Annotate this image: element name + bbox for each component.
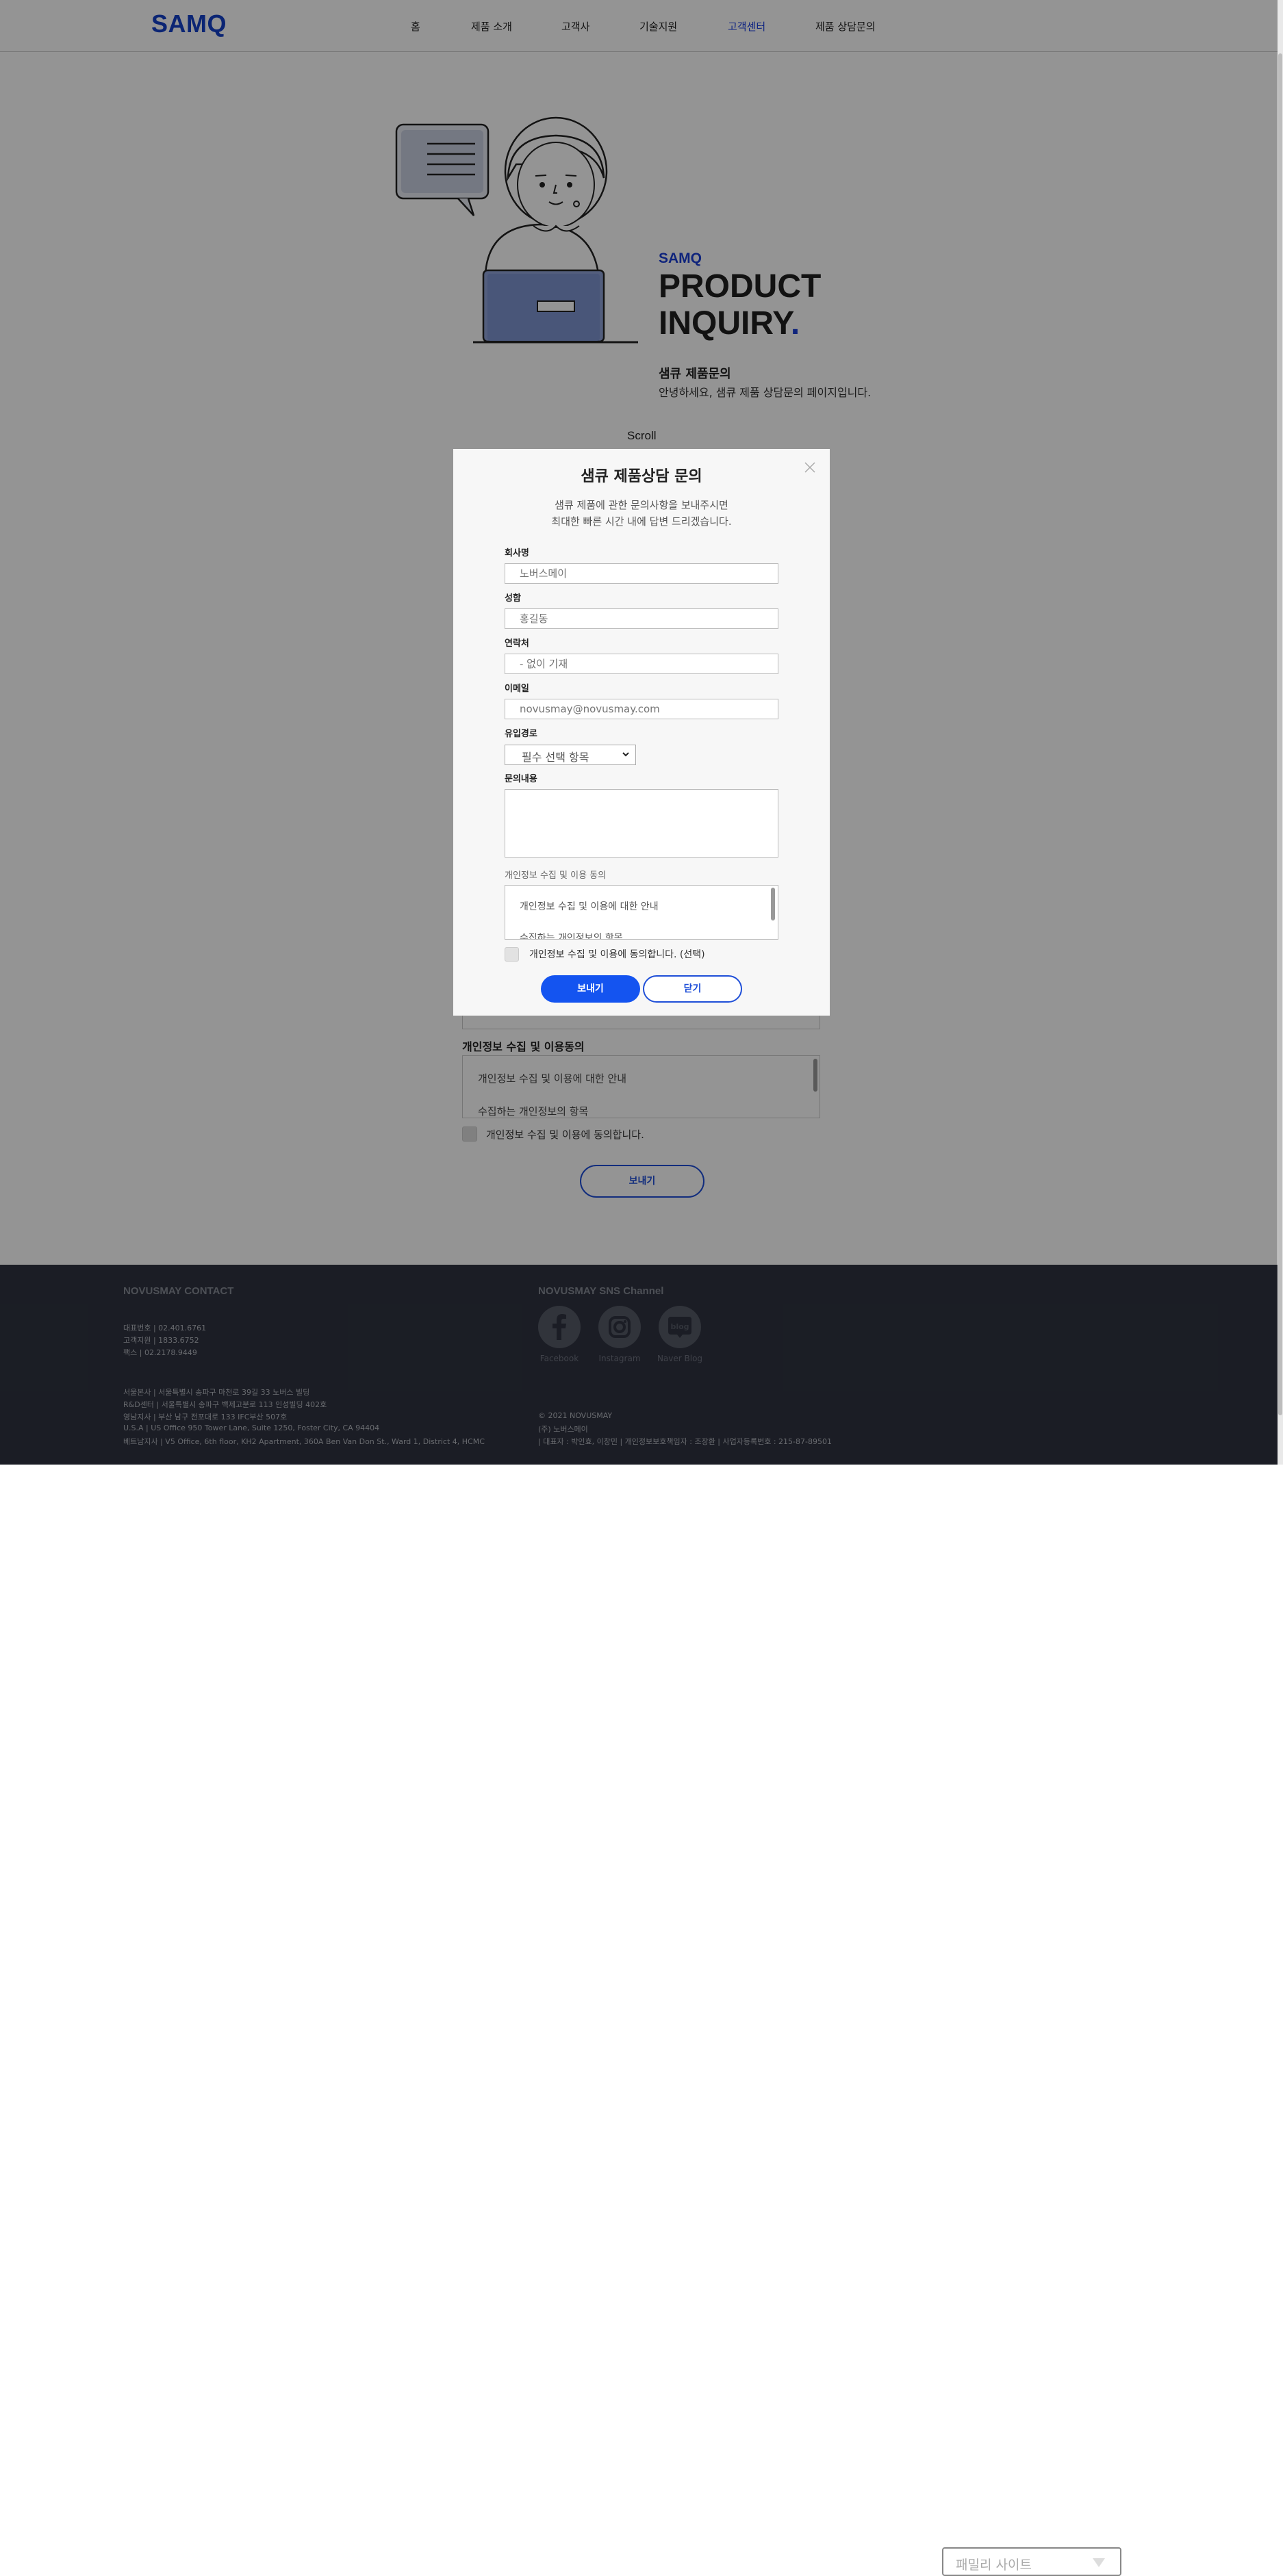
modal-description: 샘큐 제품에 관한 문의사항을 보내주시면 최대한 빠른 시간 내에 답변 드리… <box>453 497 830 530</box>
agree-checkbox[interactable] <box>505 947 519 962</box>
dropdown-triangle-icon <box>1093 2558 1105 2567</box>
family-site-select[interactable]: 패밀리 사이트 <box>942 2547 1121 2576</box>
message-textarea[interactable] <box>505 789 778 858</box>
privacy-label: 개인정보 수집 및 이용 동의 <box>505 871 607 881</box>
source-select[interactable]: 필수 선택 항목 <box>505 745 636 765</box>
page-scrollbar-thumb[interactable] <box>1278 53 1282 1415</box>
company-label: 회사명 <box>505 548 529 558</box>
modal-title: 샘큐 제품상담 문의 <box>581 468 702 485</box>
privacy-scrollbar[interactable] <box>771 888 775 920</box>
close-button[interactable]: 닫기 <box>643 975 742 1003</box>
phone-label: 연락처 <box>505 639 529 649</box>
privacy-box[interactable]: 개인정보 수집 및 이용에 대한 안내 수집하는 개인정보의 항목 <box>505 885 778 940</box>
agree-label: 개인정보 수집 및 이용에 동의합니다. (선택) <box>529 949 705 960</box>
modal-desc-line1: 샘큐 제품에 관한 문의사항을 보내주시면 <box>555 499 728 511</box>
modal-desc-line2: 최대한 빠른 시간 내에 답변 드리겠습니다. <box>551 515 732 528</box>
privacy-line2: 수집하는 개인정보의 항목 <box>520 933 623 940</box>
message-label: 문의내용 <box>505 774 537 784</box>
send-button[interactable]: 보내기 <box>541 975 640 1003</box>
inquiry-modal: 샘큐 제품상담 문의 샘큐 제품에 관한 문의사항을 보내주시면 최대한 빠른 … <box>453 449 830 1016</box>
email-input[interactable] <box>505 699 778 719</box>
phone-input[interactable] <box>505 654 778 674</box>
privacy-line1: 개인정보 수집 및 이용에 대한 안내 <box>520 901 659 912</box>
company-input[interactable] <box>505 563 778 584</box>
source-selected-value: 필수 선택 항목 <box>522 751 589 764</box>
name-input[interactable] <box>505 608 778 629</box>
email-label: 이메일 <box>505 684 529 694</box>
name-label: 성함 <box>505 593 521 604</box>
source-label: 유입경로 <box>505 729 537 739</box>
family-site-label: 패밀리 사이트 <box>956 2558 1032 2573</box>
chevron-down-icon <box>622 752 629 757</box>
page-scrollbar[interactable] <box>1278 0 1283 1465</box>
